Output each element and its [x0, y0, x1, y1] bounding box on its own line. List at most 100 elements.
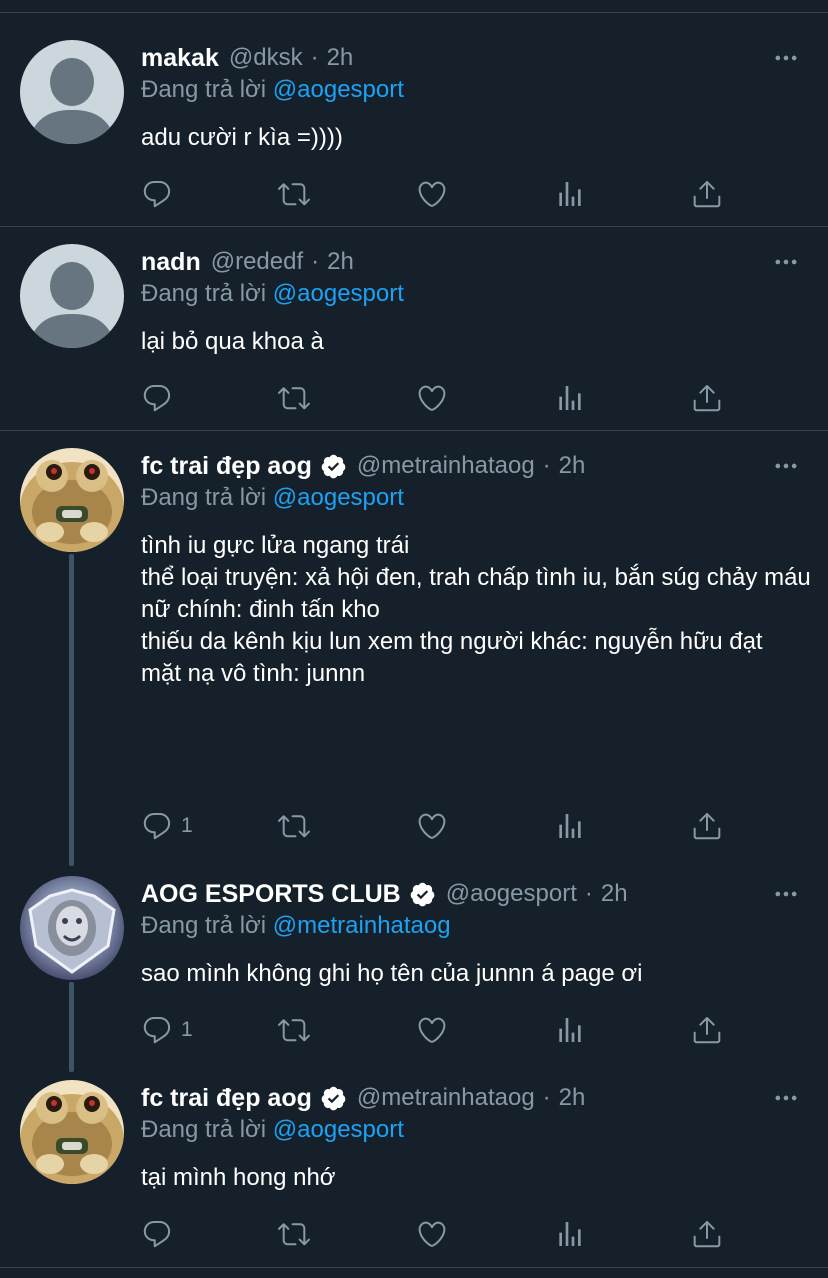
- heart-icon: [416, 382, 448, 414]
- heart-icon: [416, 178, 448, 210]
- user-handle[interactable]: @metrainhataog: [357, 452, 535, 480]
- tweet[interactable]: makak @dksk · 2h Đang trả lời @aogesport…: [0, 40, 828, 227]
- tweet-text: lại bỏ qua khoa à: [141, 328, 324, 355]
- retweet-icon: [278, 1014, 310, 1046]
- share-button[interactable]: [691, 378, 723, 418]
- analytics-button[interactable]: [554, 806, 586, 846]
- retweet-button[interactable]: [278, 806, 310, 846]
- tweet[interactable]: fc trai đẹp aog @metrainhataog · 2h Đang…: [0, 1080, 828, 1266]
- tweet-text: sao mình không ghi họ tên của junnn á pa…: [141, 960, 643, 987]
- timestamp[interactable]: 2h: [327, 44, 354, 72]
- tweet-actions: 1: [141, 806, 741, 846]
- more-icon[interactable]: [770, 448, 802, 484]
- analytics-button[interactable]: [554, 1214, 586, 1254]
- share-button[interactable]: [691, 1010, 723, 1050]
- reply-icon: [141, 382, 173, 414]
- display-name[interactable]: makak: [141, 44, 219, 73]
- user-handle[interactable]: @dksk: [229, 44, 303, 72]
- analytics-button[interactable]: [554, 378, 586, 418]
- retweet-button[interactable]: [278, 378, 310, 418]
- verified-badge-icon: [320, 1085, 347, 1112]
- analytics-button[interactable]: [554, 174, 586, 214]
- replying-prefix: Đang trả lời: [141, 912, 267, 939]
- replying-prefix: Đang trả lời: [141, 1116, 267, 1143]
- reply-thread: makak @dksk · 2h Đang trả lời @aogesport…: [0, 0, 828, 1278]
- default-avatar[interactable]: [20, 40, 124, 144]
- like-button[interactable]: [416, 1010, 448, 1050]
- tweet-actions: [141, 378, 741, 418]
- analytics-button[interactable]: [554, 1010, 586, 1050]
- retweet-button[interactable]: [278, 1214, 310, 1254]
- top-divider: [0, 12, 828, 13]
- tweet-header: fc trai đẹp aog @metrainhataog · 2h: [141, 448, 585, 484]
- reply-button[interactable]: [141, 174, 181, 214]
- replying-to: Đang trả lời @aogesport: [141, 280, 404, 308]
- user-handle[interactable]: @metrainhataog: [357, 1084, 535, 1112]
- display-name[interactable]: AOG ESPORTS CLUB: [141, 880, 401, 909]
- mention-link[interactable]: @metrainhataog: [273, 912, 451, 939]
- tweet-header: nadn @rededf · 2h: [141, 244, 354, 280]
- timestamp[interactable]: 2h: [601, 880, 628, 908]
- like-button[interactable]: [416, 806, 448, 846]
- mention-link[interactable]: @aogesport: [273, 484, 404, 511]
- timestamp[interactable]: 2h: [559, 1084, 586, 1112]
- more-icon[interactable]: [770, 1080, 802, 1116]
- share-icon: [691, 382, 723, 414]
- timestamp[interactable]: 2h: [327, 248, 354, 276]
- like-button[interactable]: [416, 174, 448, 214]
- separator-dot: ·: [310, 44, 319, 71]
- share-button[interactable]: [691, 806, 723, 846]
- more-icon[interactable]: [770, 244, 802, 280]
- display-name[interactable]: fc trai đẹp aog: [141, 1084, 312, 1113]
- share-button[interactable]: [691, 174, 723, 214]
- tweet-header: fc trai đẹp aog @metrainhataog · 2h: [141, 1080, 585, 1116]
- share-icon: [691, 1014, 723, 1046]
- mention-link[interactable]: @aogesport: [273, 76, 404, 103]
- tweet[interactable]: AOG ESPORTS CLUB @aogesport · 2h Đang tr…: [0, 876, 828, 1066]
- display-name[interactable]: nadn: [141, 248, 201, 277]
- tweet-text: tình iu gực lửa ngang trái thể loại truy…: [141, 532, 811, 687]
- replying-to: Đang trả lời @aogesport: [141, 76, 404, 104]
- analytics-icon: [554, 810, 586, 842]
- more-icon[interactable]: [770, 876, 802, 912]
- tweet-actions: 1: [141, 1010, 741, 1050]
- retweet-icon: [278, 178, 310, 210]
- tweet-text: adu cười r kìa =)))): [141, 124, 343, 151]
- mention-link[interactable]: @aogesport: [273, 1116, 404, 1143]
- heart-icon: [416, 810, 448, 842]
- share-icon: [691, 178, 723, 210]
- retweet-button[interactable]: [278, 174, 310, 214]
- tweet-header: AOG ESPORTS CLUB @aogesport · 2h: [141, 876, 628, 912]
- tweet-header: makak @dksk · 2h: [141, 40, 353, 76]
- more-icon[interactable]: [770, 40, 802, 76]
- separator-dot: ·: [542, 452, 551, 479]
- lion-logo-avatar[interactable]: [20, 876, 124, 980]
- tweet[interactable]: nadn @rededf · 2h Đang trả lời @aogespor…: [0, 244, 828, 431]
- mention-link[interactable]: @aogesport: [273, 280, 404, 307]
- reply-button[interactable]: 1: [141, 1010, 193, 1050]
- replying-to: Đang trả lời @metrainhataog: [141, 912, 451, 940]
- like-button[interactable]: [416, 1214, 448, 1254]
- retweet-icon: [278, 810, 310, 842]
- frog-avatar[interactable]: [20, 448, 124, 552]
- share-button[interactable]: [691, 1214, 723, 1254]
- default-avatar[interactable]: [20, 244, 124, 348]
- reply-button[interactable]: [141, 378, 181, 418]
- tweet-actions: [141, 1214, 741, 1254]
- user-handle[interactable]: @aogesport: [446, 880, 577, 908]
- replying-to: Đang trả lời @aogesport: [141, 484, 404, 512]
- replying-prefix: Đang trả lời: [141, 280, 267, 307]
- reply-button[interactable]: 1: [141, 806, 193, 846]
- tweet[interactable]: fc trai đẹp aog @metrainhataog · 2h Đang…: [0, 448, 828, 858]
- analytics-icon: [554, 1014, 586, 1046]
- analytics-icon: [554, 178, 586, 210]
- reply-button[interactable]: [141, 1214, 181, 1254]
- share-icon: [691, 1218, 723, 1250]
- replying-to: Đang trả lời @aogesport: [141, 1116, 404, 1144]
- timestamp[interactable]: 2h: [559, 452, 586, 480]
- like-button[interactable]: [416, 378, 448, 418]
- frog-avatar[interactable]: [20, 1080, 124, 1184]
- display-name[interactable]: fc trai đẹp aog: [141, 452, 312, 481]
- retweet-button[interactable]: [278, 1010, 310, 1050]
- user-handle[interactable]: @rededf: [211, 248, 303, 276]
